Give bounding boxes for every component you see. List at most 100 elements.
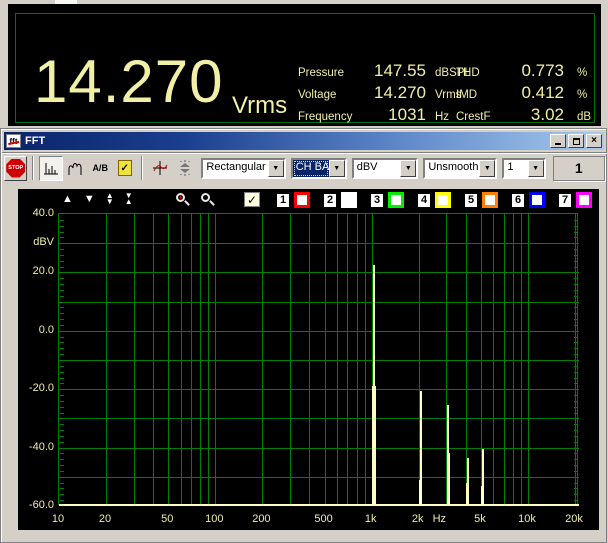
trace-2-button[interactable]: 2 [323, 193, 337, 208]
y-gridline [59, 302, 579, 303]
y-minor-tick [60, 500, 64, 501]
y-minor-tick [574, 430, 578, 431]
axes-icon [151, 159, 169, 177]
zoom-in-button[interactable]: + [174, 192, 190, 208]
chevron-down-icon[interactable]: ▼ [479, 160, 495, 177]
y-tick-label: -40.0 [18, 441, 54, 453]
trace-5-button[interactable]: 5 [464, 193, 478, 208]
titlebar[interactable]: fft FFT × [4, 132, 604, 150]
y-minor-tick [574, 220, 578, 221]
x-tick-label: 10 [52, 513, 64, 525]
trace-7-button[interactable]: 7 [558, 193, 572, 208]
reading-value: 147.55 [362, 61, 426, 81]
readings-right-column: THD0.773%IMD0.412%CrestF3.02dB [456, 61, 591, 127]
y-minor-tick [60, 307, 64, 308]
y-minor-tick [60, 342, 64, 343]
spectrum-peak-skirt-2062hz [419, 480, 422, 506]
trace-1-button[interactable]: 1 [276, 193, 290, 208]
autoscale-button[interactable] [173, 156, 196, 181]
grid-toggle-checkbox[interactable]: ✓ [244, 192, 260, 207]
y-minor-tick [574, 424, 578, 425]
channel-combo[interactable]: CH BAL ▼ [291, 158, 347, 179]
trace-6-color-swatch[interactable] [529, 192, 545, 208]
y-tick-label: -20.0 [18, 382, 54, 394]
spectrum-bars-icon [42, 160, 60, 177]
trace-2-color-swatch[interactable] [341, 192, 357, 208]
zoom-out-button[interactable] [199, 192, 215, 208]
maximize-button[interactable] [568, 134, 584, 148]
fft-app-icon: fft [6, 134, 21, 148]
x-gridline [365, 214, 366, 506]
minimize-button[interactable] [550, 134, 566, 148]
spectrum-view-button[interactable] [39, 156, 62, 181]
maximize-icon [573, 138, 580, 145]
x-gridline [357, 214, 358, 506]
trace-6-toggle: 6 [511, 192, 545, 208]
window-function-combo[interactable]: Rectangular ▼ [201, 158, 285, 179]
trace-5-color-swatch[interactable] [482, 192, 498, 208]
y-minor-tick [574, 459, 578, 460]
averages-combo[interactable]: 1 ▼ [502, 158, 545, 179]
ab-compare-button[interactable]: A/B [88, 156, 111, 181]
meter-reading-row: CrestF3.02dB [456, 105, 591, 127]
trace-3-toggle: 3 [370, 192, 404, 208]
x-gridline [325, 214, 326, 506]
y-minor-tick [60, 395, 64, 396]
axes-setup-button[interactable] [148, 156, 171, 181]
x-gridline [262, 214, 263, 506]
y-minor-tick [60, 325, 64, 326]
trace-4-color-swatch[interactable] [435, 192, 451, 208]
chevron-down-icon[interactable]: ▼ [528, 160, 544, 177]
y-minor-tick [60, 442, 64, 443]
chevron-down-icon[interactable]: ▼ [400, 160, 416, 177]
x-gridline [290, 214, 291, 506]
y-minor-tick [574, 255, 578, 256]
close-button[interactable]: × [586, 134, 602, 148]
trace-4-toggle: 4 [417, 192, 451, 208]
y-minor-tick [60, 453, 64, 454]
y-gridline [59, 360, 579, 361]
trace-3-color-swatch[interactable] [388, 192, 404, 208]
y-minor-tick [574, 413, 578, 414]
x-gridline [521, 214, 522, 506]
trace-3-button[interactable]: 3 [370, 193, 384, 208]
expand-scale-button[interactable]: ▲▼ [106, 193, 114, 206]
chevron-down-icon[interactable]: ▼ [329, 160, 345, 177]
y-minor-tick [574, 354, 578, 355]
compress-scale-button[interactable]: ▼▲ [125, 193, 133, 206]
y-minor-tick [574, 465, 578, 466]
stop-button[interactable]: STOP [4, 156, 27, 181]
smoothed-view-button[interactable] [64, 156, 87, 181]
trace-1-color-swatch[interactable] [294, 192, 310, 208]
scale-up-button[interactable]: ▲ [62, 194, 73, 205]
chevron-down-icon[interactable]: ▼ [268, 160, 284, 177]
trace-6-button[interactable]: 6 [511, 193, 525, 208]
smoothing-combo[interactable]: Unsmoothed ▼ [423, 158, 497, 179]
x-gridline [215, 214, 216, 506]
y-minor-tick [574, 383, 578, 384]
y-minor-tick [574, 319, 578, 320]
trace-7-color-swatch[interactable] [576, 192, 592, 208]
y-minor-tick [574, 342, 578, 343]
scale-arrows: ▲ ▼ ▲▼ ▼▲ [62, 193, 133, 206]
y-minor-tick [60, 278, 64, 279]
y-minor-tick [60, 354, 64, 355]
y-minor-tick [574, 325, 578, 326]
y-minor-tick [60, 348, 64, 349]
y-tick-label: 20.0 [18, 265, 54, 277]
reading-label: CrestF [456, 111, 506, 123]
trace-toggles: 1 2 3 4 5 6 7 [276, 192, 592, 208]
x-gridline [309, 214, 310, 506]
amplitude-units-combo[interactable]: dBV ▼ [352, 158, 419, 179]
scale-down-button[interactable]: ▼ [84, 194, 95, 205]
y-minor-tick [574, 261, 578, 262]
notes-button[interactable]: ✓ [113, 156, 136, 181]
x-gridline [106, 214, 107, 506]
reading-unit: % [577, 89, 587, 101]
curve-icon [67, 160, 85, 177]
y-minor-tick [574, 407, 578, 408]
y-minor-tick [60, 290, 64, 291]
trace-4-button[interactable]: 4 [417, 193, 431, 208]
x-tick-label: 20k [565, 513, 583, 525]
x-gridline [153, 214, 154, 506]
